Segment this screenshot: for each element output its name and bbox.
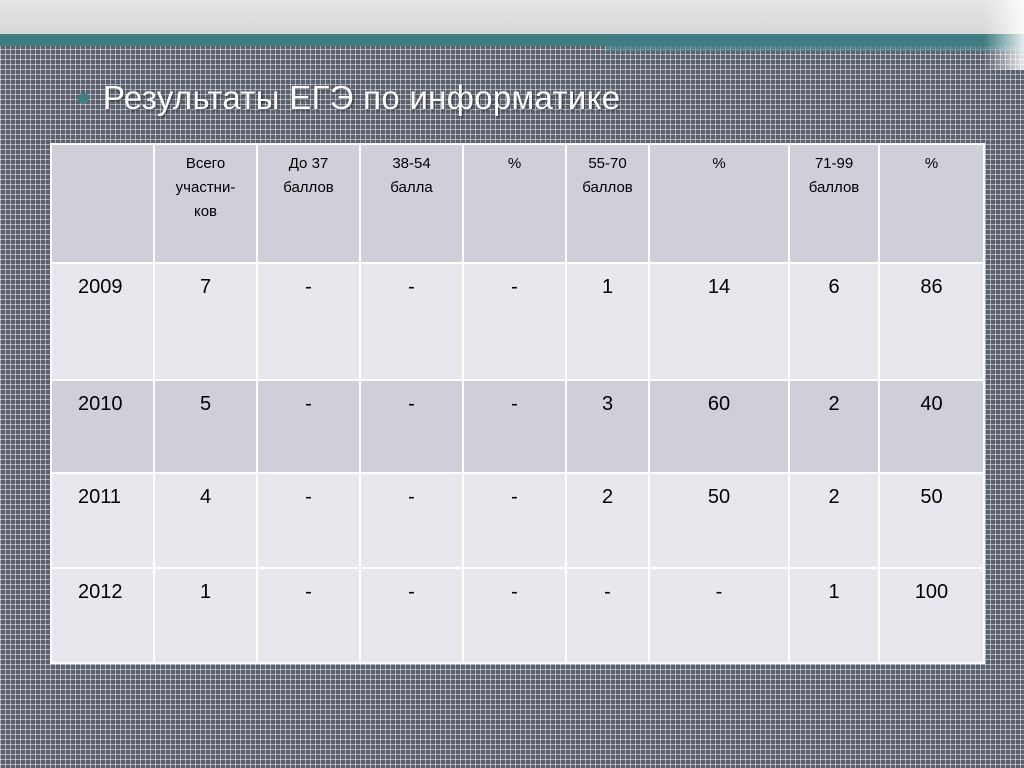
- table-cell: -: [359, 472, 464, 569]
- table-cell: -: [648, 567, 790, 664]
- table-header-row: Всего участни-ков До 37 баллов 38-54 бал…: [50, 143, 985, 264]
- table-cell: 7: [153, 262, 258, 381]
- table-cell: 2: [788, 379, 880, 474]
- results-table: Всего участни-ков До 37 баллов 38-54 бал…: [50, 143, 985, 664]
- table-cell: 4: [153, 472, 258, 569]
- table-cell: 1: [565, 262, 650, 381]
- table-row: 2011 4 - - - 2 50 2 50: [50, 472, 985, 569]
- slide-title-row: Результаты ЕГЭ по информатике: [78, 76, 620, 120]
- table-cell: 3: [565, 379, 650, 474]
- header-cell-71-99: 71-99 баллов: [788, 143, 880, 264]
- table-cell: 50: [648, 472, 790, 569]
- header-below-37-text: До 37 баллов: [283, 155, 334, 196]
- table-cell: 2: [565, 472, 650, 569]
- results-table-container: Всего участни-ков До 37 баллов 38-54 бал…: [50, 143, 985, 664]
- table-cell: 1: [153, 567, 258, 664]
- accent-bar-secondary: [606, 46, 1024, 51]
- top-band: [0, 0, 1024, 34]
- accent-bar: [0, 34, 1024, 46]
- header-cell-38-54: 38-54 балла: [359, 143, 464, 264]
- table-cell: -: [359, 379, 464, 474]
- table-cell: 5: [153, 379, 258, 474]
- table-cell: 6: [788, 262, 880, 381]
- header-cell-total: Всего участни-ков: [153, 143, 258, 264]
- table-cell: -: [462, 262, 567, 381]
- header-cell-pct-1: %: [462, 143, 567, 264]
- slide-title: Результаты ЕГЭ по информатике: [103, 79, 621, 116]
- table-cell: 2: [788, 472, 880, 569]
- header-38-54-text: 38-54 балла: [390, 155, 433, 196]
- header-cell-below-37: До 37 баллов: [256, 143, 361, 264]
- table-cell: -: [359, 262, 464, 381]
- table-cell: 1: [788, 567, 880, 664]
- table-row: 2012 1 - - - - - 1 100: [50, 567, 985, 664]
- table-cell: 60: [648, 379, 790, 474]
- table-cell: 86: [878, 262, 985, 381]
- table-cell: -: [359, 567, 464, 664]
- header-cell-year: [50, 143, 155, 264]
- table-cell: -: [256, 567, 361, 664]
- header-cell-55-70: 55-70 баллов: [565, 143, 650, 264]
- corner-highlight: [984, 0, 1024, 70]
- table-cell: -: [256, 379, 361, 474]
- table-row: 2010 5 - - - 3 60 2 40: [50, 379, 985, 474]
- table-row: 2009 7 - - - 1 14 6 86: [50, 262, 985, 381]
- table-cell: 50: [878, 472, 985, 569]
- table-cell: -: [462, 379, 567, 474]
- header-71-99-text: 71-99 баллов: [808, 155, 860, 196]
- header-cell-pct-2: %: [648, 143, 790, 264]
- table-cell: -: [462, 567, 567, 664]
- table-cell: 100: [878, 567, 985, 664]
- cell-year: 2010: [50, 379, 155, 474]
- header-total-text: Всего участни-ков: [175, 155, 236, 220]
- cell-year: 2009: [50, 262, 155, 381]
- table-cell: -: [462, 472, 567, 569]
- cell-year: 2011: [50, 472, 155, 569]
- header-cell-pct-3: %: [878, 143, 985, 264]
- bullet-icon: [78, 92, 89, 104]
- cell-year: 2012: [50, 567, 155, 664]
- table-cell: 14: [648, 262, 790, 381]
- header-55-70-text: 55-70 баллов: [582, 155, 633, 196]
- table-cell: -: [565, 567, 650, 664]
- table-cell: 40: [878, 379, 985, 474]
- table-cell: -: [256, 262, 361, 381]
- table-cell: -: [256, 472, 361, 569]
